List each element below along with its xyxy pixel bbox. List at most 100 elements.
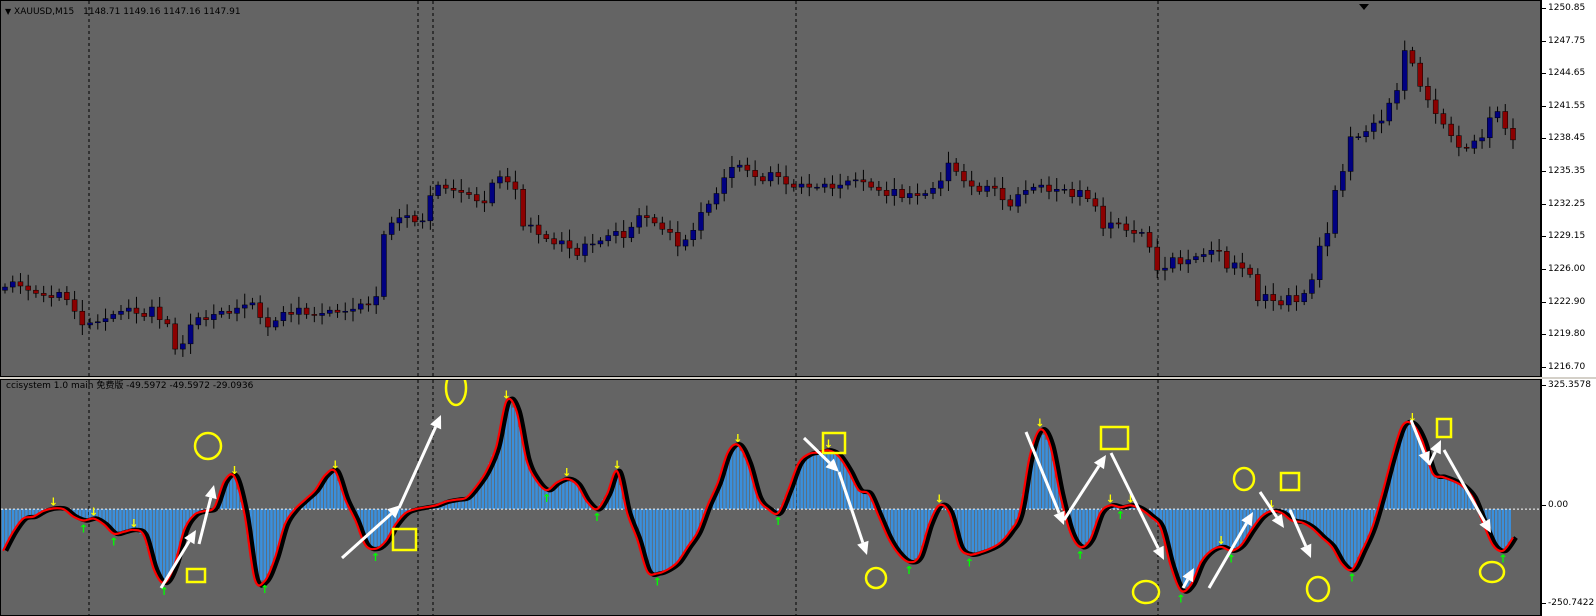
candle-body [636, 215, 642, 228]
price-tick-mark [1542, 334, 1546, 336]
candle-body [721, 177, 727, 194]
candle-body [311, 314, 318, 316]
candle-body [961, 171, 967, 182]
price-tick-label: 1226.00 [1548, 264, 1586, 275]
sell-arrow-icon: ↓ [89, 506, 98, 519]
candle-body [1340, 171, 1346, 191]
sell-arrow-icon: ↓ [824, 437, 833, 450]
price-tick-label: 1229.15 [1548, 231, 1586, 242]
candle-body [56, 292, 62, 298]
sell-arrow-icon: ↓ [230, 464, 239, 477]
candle-body [914, 193, 921, 196]
candle-body [1169, 257, 1176, 269]
price-tick-label: 1241.55 [1548, 100, 1586, 111]
buy-arrow-icon: ↑ [371, 551, 380, 564]
candle-body [512, 181, 519, 190]
candle-body [1285, 295, 1292, 306]
candle-body [141, 313, 147, 317]
candle-body [164, 319, 171, 325]
annotation-square [1435, 417, 1453, 439]
candle-body [1378, 120, 1385, 124]
buy-arrow-icon: ↑ [1176, 592, 1185, 605]
price-tick-label: 1219.80 [1548, 329, 1586, 340]
candle-body [775, 172, 782, 177]
candle-body [412, 215, 418, 223]
buy-arrow-icon: ↑ [79, 522, 88, 535]
candle-body [1224, 251, 1230, 269]
price-tick-label: 1238.45 [1548, 133, 1586, 144]
candle-body [489, 182, 495, 204]
candle-body [682, 239, 689, 247]
candle-body [2, 286, 8, 291]
sell-arrow-icon: ↓ [562, 466, 571, 479]
candle-body [1092, 198, 1099, 207]
candle-body [829, 183, 836, 189]
sell-arrow-icon: ↓ [733, 432, 742, 445]
candle-body [1278, 300, 1284, 306]
indicator-axis-zero: 0.00 [1548, 500, 1569, 510]
price-axis[interactable]: 1250.85 1247.75 1244.65 1241.55 1238.45 1235.… [1541, 0, 1596, 377]
candle-body [675, 232, 681, 247]
ohlc-readout: 1148.71 1149.16 1147.16 1147.91 [83, 7, 241, 17]
candle-body [1247, 267, 1253, 275]
candle-body [249, 302, 256, 306]
candle-body [1177, 257, 1184, 265]
candle-body [497, 176, 503, 184]
candle-body [589, 243, 596, 246]
candle-body [1053, 189, 1060, 192]
candle-body [551, 238, 557, 245]
candle-body [876, 186, 882, 191]
candle-body [187, 324, 194, 345]
annotation-arrow [197, 497, 213, 545]
candlestick-chart [2, 1, 1516, 378]
candle-body [481, 200, 488, 204]
buy-arrow-icon: ↑ [774, 515, 783, 528]
candle-body [226, 310, 233, 314]
price-tick-label: 1244.65 [1548, 68, 1586, 79]
candle-body [1463, 146, 1470, 149]
candle-body [404, 215, 410, 218]
candle-body [543, 234, 550, 239]
candle-body [1115, 222, 1122, 225]
slow-signal-line [4, 396, 1518, 594]
candle-body [1448, 123, 1454, 136]
buy-arrow-icon: ↑ [904, 564, 913, 577]
candle-body [992, 185, 998, 189]
candle-body [365, 303, 372, 306]
price-tick-mark [1542, 138, 1546, 140]
candle-body [1077, 190, 1083, 197]
candle-body [922, 193, 929, 196]
candle-body [388, 222, 395, 235]
candle-body [984, 185, 990, 192]
collapse-triangle-icon[interactable]: ▼ [5, 7, 11, 16]
candle-body [535, 224, 542, 235]
annotation-circle [193, 431, 223, 461]
sell-arrow-icon: ↓ [935, 492, 944, 505]
annotation-square [1279, 471, 1301, 492]
sell-arrow-icon: ↓ [1035, 417, 1044, 430]
candle-body [821, 183, 828, 188]
sell-arrow-icon: ↓ [331, 458, 340, 471]
candle-body [373, 296, 379, 306]
sell-arrow-icon: ↓ [612, 458, 621, 471]
indicator-pane[interactable]: ↓ ↑ ↓ ↑ ↓ ↑ ↓ ↑ ↓ ↑ ↓ ↑ ↓ ↑ ↓ ↑ ↓ ↑ ↓ ↑ ↓ ↑ ↓ ↑ ↓ ↑ ↓ ↑ ↓ ↑ ↓ ↑ ↓ ↑ ccisy… [0, 379, 1542, 616]
candle-body [1440, 113, 1447, 125]
indicator-axis[interactable]: 325.3578 0.00 -250.7422 [1541, 379, 1596, 616]
candle-body [9, 281, 16, 288]
candle-body [798, 183, 805, 188]
candle-body [149, 306, 155, 317]
price-chart-pane[interactable]: ▼ XAUUSD,M15 1148.71 1149.16 1147.16 114… [0, 0, 1541, 378]
candle-body [736, 164, 743, 168]
candle-body [566, 240, 573, 249]
candle-body [1471, 140, 1478, 149]
chart-shift-marker-icon[interactable] [1359, 4, 1369, 10]
candle-body [644, 215, 650, 218]
candle-body [1154, 246, 1161, 271]
buy-arrow-icon: ↑ [1347, 572, 1356, 585]
candle-body [195, 317, 202, 326]
sell-arrow-icon: ↓ [1106, 492, 1115, 505]
candle-body [907, 193, 913, 198]
fast-signal-line [2, 397, 1514, 593]
candle-body [1371, 122, 1377, 132]
candle-body [319, 313, 325, 316]
